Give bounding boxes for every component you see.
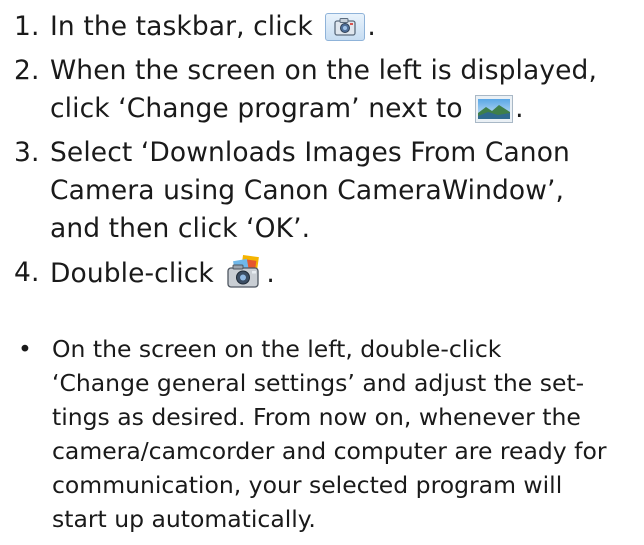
note-line: communication, your selected program wil… — [52, 471, 563, 499]
step-text-end: . — [266, 258, 275, 289]
note-line: tings as desired. From now on, whenever … — [52, 403, 581, 431]
step-2: 2. When the screen on the left is displa… — [14, 52, 639, 128]
step-text-line: Select ‘Downloads Images From Canon — [50, 137, 570, 168]
step-text-end: . — [367, 11, 376, 42]
note-line: On the screen on the left, double-click — [52, 335, 502, 363]
step-number: 3. — [14, 137, 40, 168]
step-text-line: When the screen on the left is displayed… — [50, 55, 597, 86]
instruction-page: 1. In the taskbar, click . 2. When the s… — [0, 0, 644, 545]
note-bullet: • On the screen on the left, double-clic… — [14, 332, 634, 536]
instruction-steps: 1. In the taskbar, click . 2. When the s… — [14, 8, 639, 299]
note-line: ‘Change general settings’ and adjust the… — [52, 369, 585, 397]
step-number: 2. — [14, 55, 40, 86]
step-text-end: . — [515, 93, 524, 124]
step-text-line: click ‘Change program’ next to — [50, 93, 463, 124]
camerawindow-app-icon — [226, 254, 264, 290]
step-3: 3. Select ‘Downloads Images From Canon C… — [14, 134, 639, 248]
step-text-line: and then click ‘OK’. — [50, 213, 311, 244]
step-text-line: Camera using Canon CameraWindow’, — [50, 175, 565, 206]
note-line: camera/camcorder and computer are ready … — [52, 437, 607, 465]
step-4: 4. Double-click . — [14, 254, 639, 293]
landscape-photo-icon — [475, 95, 514, 123]
step-text: Double-click — [50, 258, 214, 289]
step-text: In the taskbar, click — [50, 11, 313, 42]
step-1: 1. In the taskbar, click . — [14, 8, 639, 46]
note-line: start up automatically. — [52, 505, 316, 533]
step-number: 4. — [14, 257, 40, 288]
bullet-dot: • — [18, 335, 32, 363]
camera-taskbar-icon — [325, 13, 366, 41]
step-number: 1. — [14, 11, 40, 42]
